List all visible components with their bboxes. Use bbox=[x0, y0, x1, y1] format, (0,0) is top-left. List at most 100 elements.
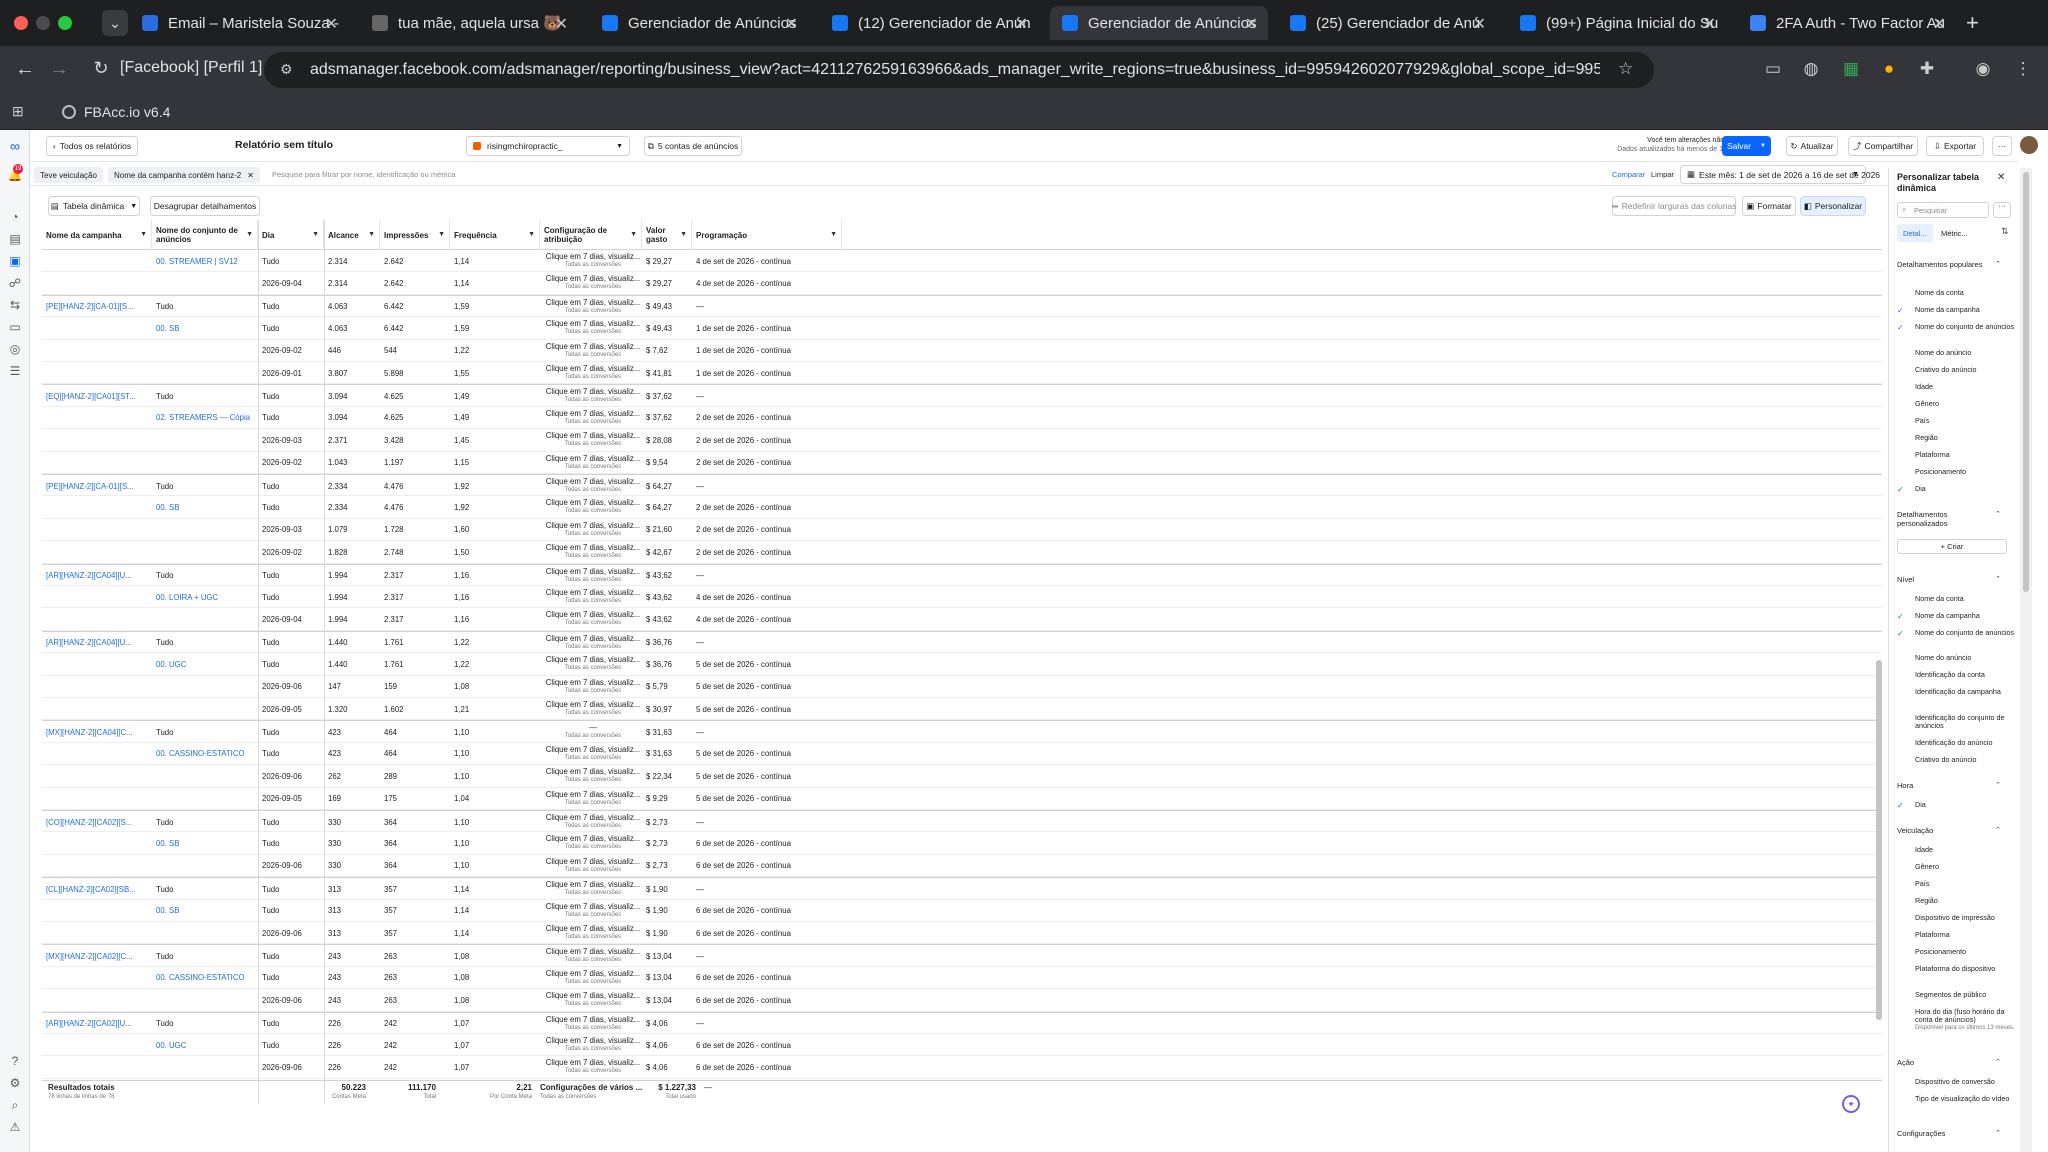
breakdown-option[interactable]: ✓ Nome da campanha bbox=[1897, 305, 2015, 315]
extension-icon[interactable]: ◍ bbox=[1800, 59, 1822, 81]
zoom-icon[interactable]: ⌕ bbox=[1580, 60, 1589, 78]
checkbox-icon[interactable] bbox=[1897, 965, 1906, 974]
cell-campaign-name[interactable] bbox=[42, 317, 152, 339]
checkbox-icon[interactable] bbox=[1897, 1078, 1906, 1087]
checkbox-icon[interactable] bbox=[1897, 654, 1906, 663]
cell-adset-name[interactable] bbox=[152, 676, 258, 698]
cell-campaign-name[interactable]: [MX][HANZ-2][CA04][C... bbox=[42, 721, 152, 743]
forward-icon[interactable]: → bbox=[46, 58, 72, 81]
table-row[interactable]: 2026-09-06 243 263 1,08 Clique em 7 dias, vi… bbox=[42, 989, 1882, 1012]
reload-icon[interactable]: ↻ bbox=[88, 58, 114, 79]
table-row[interactable]: [CO][HANZ-2][CA02][S... Tudo Tudo 330 364 1,1… bbox=[42, 810, 1882, 833]
panel-section-header[interactable]: Ação ⌃ bbox=[1897, 1058, 2007, 1067]
compare-link[interactable]: Comparar bbox=[1612, 170, 1645, 179]
close-window-icon[interactable] bbox=[14, 16, 28, 30]
breakdown-option[interactable]: Nome da conta bbox=[1897, 288, 2015, 298]
address-bar[interactable]: ⚙ adsmanager.facebook.com/adsmanager/rep… bbox=[264, 52, 1654, 88]
breakdown-option[interactable]: Dispositivo de conversão bbox=[1897, 1077, 2015, 1087]
table-row[interactable]: [PE][HANZ-2][CA-01][S... Tudo Tudo 2.334 4.4… bbox=[42, 474, 1882, 497]
cell-adset-name[interactable] bbox=[152, 855, 258, 877]
create-breakdown-button[interactable]: + Criar bbox=[1897, 538, 2007, 554]
update-button[interactable]: ↻ Atualizar bbox=[1786, 136, 1838, 156]
cell-adset-name[interactable] bbox=[152, 272, 258, 294]
cell-adset-name[interactable] bbox=[152, 452, 258, 474]
cell-campaign-name[interactable] bbox=[42, 608, 152, 630]
breakdown-option[interactable]: Posicionamento bbox=[1897, 947, 2015, 957]
browser-tab[interactable]: 2FA Auth - Two Factor Au ✕ bbox=[1738, 6, 1956, 40]
cell-campaign-name[interactable] bbox=[42, 362, 152, 384]
cell-adset-name[interactable]: 00. SB bbox=[152, 317, 258, 339]
breakdown-option[interactable]: Hora do dia (fuso horário da conta de an… bbox=[1897, 1007, 2015, 1032]
extensions-puzzle-icon[interactable]: ✚ bbox=[1916, 59, 1938, 81]
avatar[interactable] bbox=[2020, 136, 2038, 154]
color-extension-icon[interactable]: ● bbox=[1878, 59, 1900, 81]
search-rail-icon[interactable]: ⌕ bbox=[7, 1098, 23, 1114]
breakdown-option[interactable]: Região bbox=[1897, 896, 2015, 906]
close-tab-icon[interactable]: ✕ bbox=[1473, 14, 1486, 34]
breakdown-option[interactable]: Plataforma bbox=[1897, 450, 2015, 460]
checkmark-icon[interactable]: ✓ bbox=[1897, 801, 1906, 810]
cell-campaign-name[interactable]: [EQ][HANZ-2][CA01][ST... bbox=[42, 385, 152, 407]
checkbox-icon[interactable] bbox=[1897, 914, 1906, 923]
breakdown-option[interactable]: Idade bbox=[1897, 382, 2015, 392]
table-row[interactable]: [CL][HANZ-2][CA02][SB... Tudo Tudo 313 357 1,… bbox=[42, 877, 1882, 900]
table-row[interactable]: [AR][HANZ-2][CA04][U... Tudo Tudo 1.440 1.76… bbox=[42, 630, 1882, 654]
sort-caret-icon[interactable]: ▼ bbox=[140, 231, 147, 238]
back-to-reports-button[interactable]: ‹ Todos os relatórios bbox=[46, 136, 138, 156]
chevron-up-icon[interactable]: ⌃ bbox=[1995, 260, 2001, 269]
chevron-up-icon[interactable]: ⌃ bbox=[1995, 826, 2001, 835]
cell-adset-name[interactable]: 02. STREAMERS — Cópia bbox=[152, 407, 258, 429]
close-tab-icon[interactable]: ✕ bbox=[1933, 14, 1946, 34]
cell-campaign-name[interactable]: [AR][HANZ-2][CA02][U... bbox=[42, 1013, 152, 1035]
table-row[interactable]: 2026-09-02 1.043 1.197 1,15 Clique em 7 dias… bbox=[42, 452, 1882, 474]
table-row[interactable]: 00. SB Tudo 2.334 4.476 1,92 Clique em 7 dias… bbox=[42, 496, 1882, 519]
checkbox-icon[interactable] bbox=[1897, 383, 1906, 392]
table-row[interactable]: 00. UGC Tudo 1.440 1.761 1,22 Clique em 7 dia… bbox=[42, 653, 1882, 676]
cell-adset-name[interactable]: 00. STREAMER | SV12 bbox=[152, 250, 258, 272]
cell-campaign-name[interactable]: [AR][HANZ-2][CA04][U... bbox=[42, 565, 152, 587]
panel-section-header[interactable]: Detalhamentos personalizados ⌃ bbox=[1897, 510, 2007, 528]
breakdown-option[interactable]: ✓ Dia bbox=[1897, 800, 2015, 810]
cell-campaign-name[interactable] bbox=[42, 989, 152, 1011]
table-row[interactable]: 2026-09-03 1.079 1.728 1,60 Clique em 7 dias… bbox=[42, 519, 1882, 542]
cell-adset-name[interactable] bbox=[152, 519, 258, 541]
checkbox-icon[interactable] bbox=[1897, 897, 1906, 906]
panel-section-header[interactable]: Nível ⌃ bbox=[1897, 575, 2007, 584]
checkbox-icon[interactable] bbox=[1897, 366, 1906, 375]
breakdown-option[interactable]: Nome do anúncio bbox=[1897, 653, 2015, 663]
browser-tab[interactable]: (25) Gerenciador de Anú ✕ bbox=[1278, 6, 1496, 40]
col-frequency-header[interactable]: Frequência ▼ bbox=[450, 220, 540, 250]
breakdown-option[interactable]: Gênero bbox=[1897, 862, 2015, 872]
checkbox-icon[interactable] bbox=[1897, 417, 1906, 426]
cell-campaign-name[interactable] bbox=[42, 519, 152, 541]
date-range-picker[interactable]: ▦ Este mês: 1 de set de 2026 a 16 de set … bbox=[1680, 165, 1880, 184]
cell-campaign-name[interactable] bbox=[42, 452, 152, 474]
cell-adset-name[interactable]: 00. SB bbox=[152, 832, 258, 854]
cell-campaign-name[interactable] bbox=[42, 832, 152, 854]
breakdown-option[interactable]: ✓ Nome da campanha bbox=[1897, 611, 2015, 621]
cell-campaign-name[interactable] bbox=[42, 541, 152, 563]
checkmark-icon[interactable]: ✓ bbox=[1897, 306, 1906, 315]
cell-campaign-name[interactable] bbox=[42, 967, 152, 989]
browser-tab[interactable]: (99+) Página Inicial do Su ✕ bbox=[1508, 6, 1726, 40]
format-button[interactable]: ▣ Formatar bbox=[1742, 196, 1796, 216]
table-row[interactable]: 00. STREAMER | SV12 Tudo 2.314 2.642 1,14 Cli… bbox=[42, 250, 1882, 273]
table-row[interactable]: 2026-09-05 1.320 1.602 1,21 Clique em 7 dias… bbox=[42, 698, 1882, 721]
chevron-up-icon[interactable]: ⌃ bbox=[1995, 510, 2001, 519]
panel-more-icon[interactable]: ··· bbox=[1993, 202, 2011, 218]
cell-adset-name[interactable]: 00. CASSINO-ESTATICO bbox=[152, 743, 258, 765]
checkbox-icon[interactable] bbox=[1897, 671, 1906, 680]
breakdown-option[interactable]: Nome da conta bbox=[1897, 594, 2015, 604]
maximize-window-icon[interactable] bbox=[58, 16, 72, 30]
col-impressions-header[interactable]: Impressões ▼ bbox=[380, 220, 450, 250]
checkbox-icon[interactable] bbox=[1897, 688, 1906, 697]
breakdown-option[interactable]: Identificação do conjunto de anúncios bbox=[1897, 713, 2015, 731]
cell-campaign-name[interactable] bbox=[42, 250, 152, 272]
browser-tab[interactable]: Email – Maristela Souza - ✕ bbox=[130, 6, 348, 40]
table-row[interactable]: 00. SB Tudo 4.063 6.442 1,59 Clique em 7 dias… bbox=[42, 317, 1882, 340]
col-day-header[interactable]: Dia ▼ bbox=[258, 220, 324, 250]
cell-adset-name[interactable] bbox=[152, 989, 258, 1011]
table-scrollbar-thumb[interactable] bbox=[1876, 660, 1882, 1020]
checkbox-icon[interactable] bbox=[1897, 756, 1906, 765]
checkbox-icon[interactable] bbox=[1897, 991, 1906, 1000]
